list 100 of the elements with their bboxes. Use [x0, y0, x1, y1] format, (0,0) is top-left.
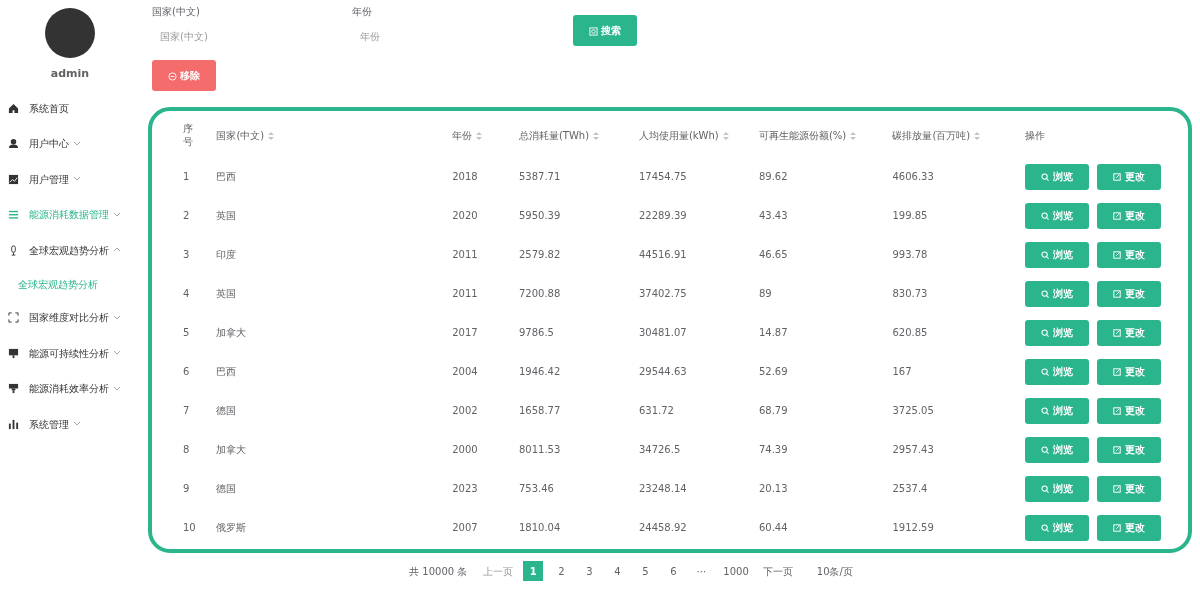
- table-cell: 1: [183, 171, 190, 182]
- table-cell: 2007: [452, 522, 478, 533]
- table-cell: 2579.82: [518, 249, 561, 260]
- table-cell: 167: [892, 366, 912, 377]
- action-button[interactable]: 浏览: [1024, 475, 1089, 502]
- action-button[interactable]: 浏览: [1024, 202, 1089, 229]
- sidebar-item[interactable]: 系统管理: [0, 406, 140, 442]
- page-button[interactable]: 6: [663, 561, 684, 581]
- table-cell: 2011: [452, 288, 478, 299]
- table-cell: 44516.91: [638, 249, 687, 260]
- action-button[interactable]: 更改: [1096, 241, 1161, 268]
- next-page-button[interactable]: 下一页: [758, 561, 797, 581]
- edit-icon: [1113, 368, 1122, 376]
- search-icon: [1041, 485, 1050, 493]
- table-cell: 23248.14: [638, 483, 687, 494]
- sort-icon: [722, 131, 729, 140]
- table-cell: 巴西: [216, 171, 237, 182]
- page-button[interactable]: 1: [523, 561, 544, 581]
- action-button[interactable]: 更改: [1096, 475, 1161, 502]
- table-cell: 1810.04: [518, 522, 561, 533]
- action-button[interactable]: 更改: [1096, 202, 1161, 229]
- page-button[interactable]: 4: [607, 561, 628, 581]
- page-button[interactable]: ···: [691, 561, 712, 581]
- user-icon: [8, 138, 19, 150]
- remove-button[interactable]: 移除: [152, 60, 217, 91]
- sortable-header[interactable]: 人均使用量(kWh): [638, 129, 729, 141]
- monitor-icon: [8, 347, 19, 359]
- table-cell: 英国: [216, 210, 237, 221]
- action-button[interactable]: 浏览: [1024, 436, 1089, 463]
- sort-icon: [268, 131, 275, 140]
- action-button[interactable]: 更改: [1096, 397, 1161, 424]
- sortable-header[interactable]: 总消耗量(TWh): [518, 129, 600, 141]
- action-button[interactable]: 浏览: [1024, 397, 1089, 424]
- table-cell: 2020: [452, 210, 478, 221]
- sidebar-item[interactable]: 能源消耗数据管理: [0, 197, 140, 233]
- sortable-header[interactable]: 国家(中文): [216, 129, 275, 141]
- table-cell: 印度: [216, 249, 237, 260]
- table-cell: 巴西: [216, 366, 237, 377]
- action-button[interactable]: 浏览: [1024, 280, 1089, 307]
- page-button[interactable]: 2: [551, 561, 572, 581]
- table-cell: 2957.43: [892, 444, 934, 455]
- action-button[interactable]: 更改: [1096, 163, 1161, 190]
- search-icon: [1041, 290, 1050, 298]
- table-cell: 3: [183, 249, 190, 260]
- sidebar-item[interactable]: 国家维度对比分析: [0, 300, 140, 336]
- page-button[interactable]: 1000: [719, 561, 753, 581]
- action-button[interactable]: 浏览: [1024, 319, 1089, 346]
- table-cell: 68.79: [758, 405, 788, 416]
- sidebar-item[interactable]: 用户中心: [0, 126, 140, 162]
- sortable-header[interactable]: 碳排放量(百万吨): [892, 129, 981, 141]
- search-icon: [1041, 524, 1050, 532]
- table-cell: 2000: [452, 444, 478, 455]
- sort-icon: [850, 131, 857, 140]
- table-cell: 7200.88: [518, 288, 561, 299]
- chart-icon: [8, 173, 19, 185]
- action-button[interactable]: 更改: [1096, 319, 1161, 346]
- action-button[interactable]: 浏览: [1024, 358, 1089, 385]
- table-cell: 1912.59: [892, 522, 934, 533]
- edit-icon: [1113, 446, 1122, 454]
- sortable-header[interactable]: 年份: [452, 129, 483, 141]
- search-icon: [1041, 407, 1050, 415]
- column-header: 操作: [1024, 129, 1045, 141]
- table-cell: 10: [183, 522, 196, 533]
- action-button[interactable]: 更改: [1096, 280, 1161, 307]
- sidebar-item[interactable]: 能源消耗效率分析: [0, 371, 140, 407]
- search-icon: [1041, 329, 1050, 337]
- action-button[interactable]: 更改: [1096, 436, 1161, 463]
- edit-icon: [1113, 251, 1122, 259]
- table-cell: 2537.4: [892, 483, 928, 494]
- sidebar-subitem[interactable]: 全球宏观趋势分析: [0, 268, 140, 300]
- page-size-select[interactable]: 10条/页: [816, 563, 853, 579]
- table-cell: 43.43: [758, 210, 788, 221]
- table-cell: 52.69: [758, 366, 788, 377]
- table-cell: 37402.75: [638, 288, 687, 299]
- table-cell: 30481.07: [638, 327, 687, 338]
- field-label: 国家(中文): [152, 5, 201, 19]
- table-cell: 2004: [452, 366, 478, 377]
- page-button[interactable]: 3: [579, 561, 600, 581]
- sortable-header[interactable]: 可再生能源份额(%): [758, 129, 857, 141]
- sidebar-item[interactable]: 系统首页: [0, 90, 140, 126]
- table-cell: 24458.92: [638, 522, 687, 533]
- table-cell: 9786.5: [518, 327, 554, 338]
- table-cell: 3725.05: [892, 405, 934, 416]
- action-button[interactable]: 更改: [1096, 514, 1161, 541]
- sidebar-item[interactable]: 能源可持续性分析: [0, 335, 140, 371]
- search-icon: [1041, 251, 1050, 259]
- page-button[interactable]: 5: [635, 561, 656, 581]
- search-button[interactable]: 搜索: [573, 15, 638, 46]
- action-button[interactable]: 浏览: [1024, 163, 1089, 190]
- action-button[interactable]: 浏览: [1024, 514, 1089, 541]
- table-cell: 7: [183, 405, 190, 416]
- total-count: 共 10000 条: [409, 564, 468, 579]
- action-button[interactable]: 更改: [1096, 358, 1161, 385]
- table-cell: 6: [183, 366, 190, 377]
- action-button[interactable]: 浏览: [1024, 241, 1089, 268]
- sidebar-item[interactable]: 全球宏观趋势分析: [0, 232, 140, 268]
- sidebar-item[interactable]: 用户管理: [0, 161, 140, 197]
- search-icon: [1041, 212, 1050, 220]
- table-cell: 199.85: [892, 210, 928, 221]
- table-cell: 20.13: [758, 483, 788, 494]
